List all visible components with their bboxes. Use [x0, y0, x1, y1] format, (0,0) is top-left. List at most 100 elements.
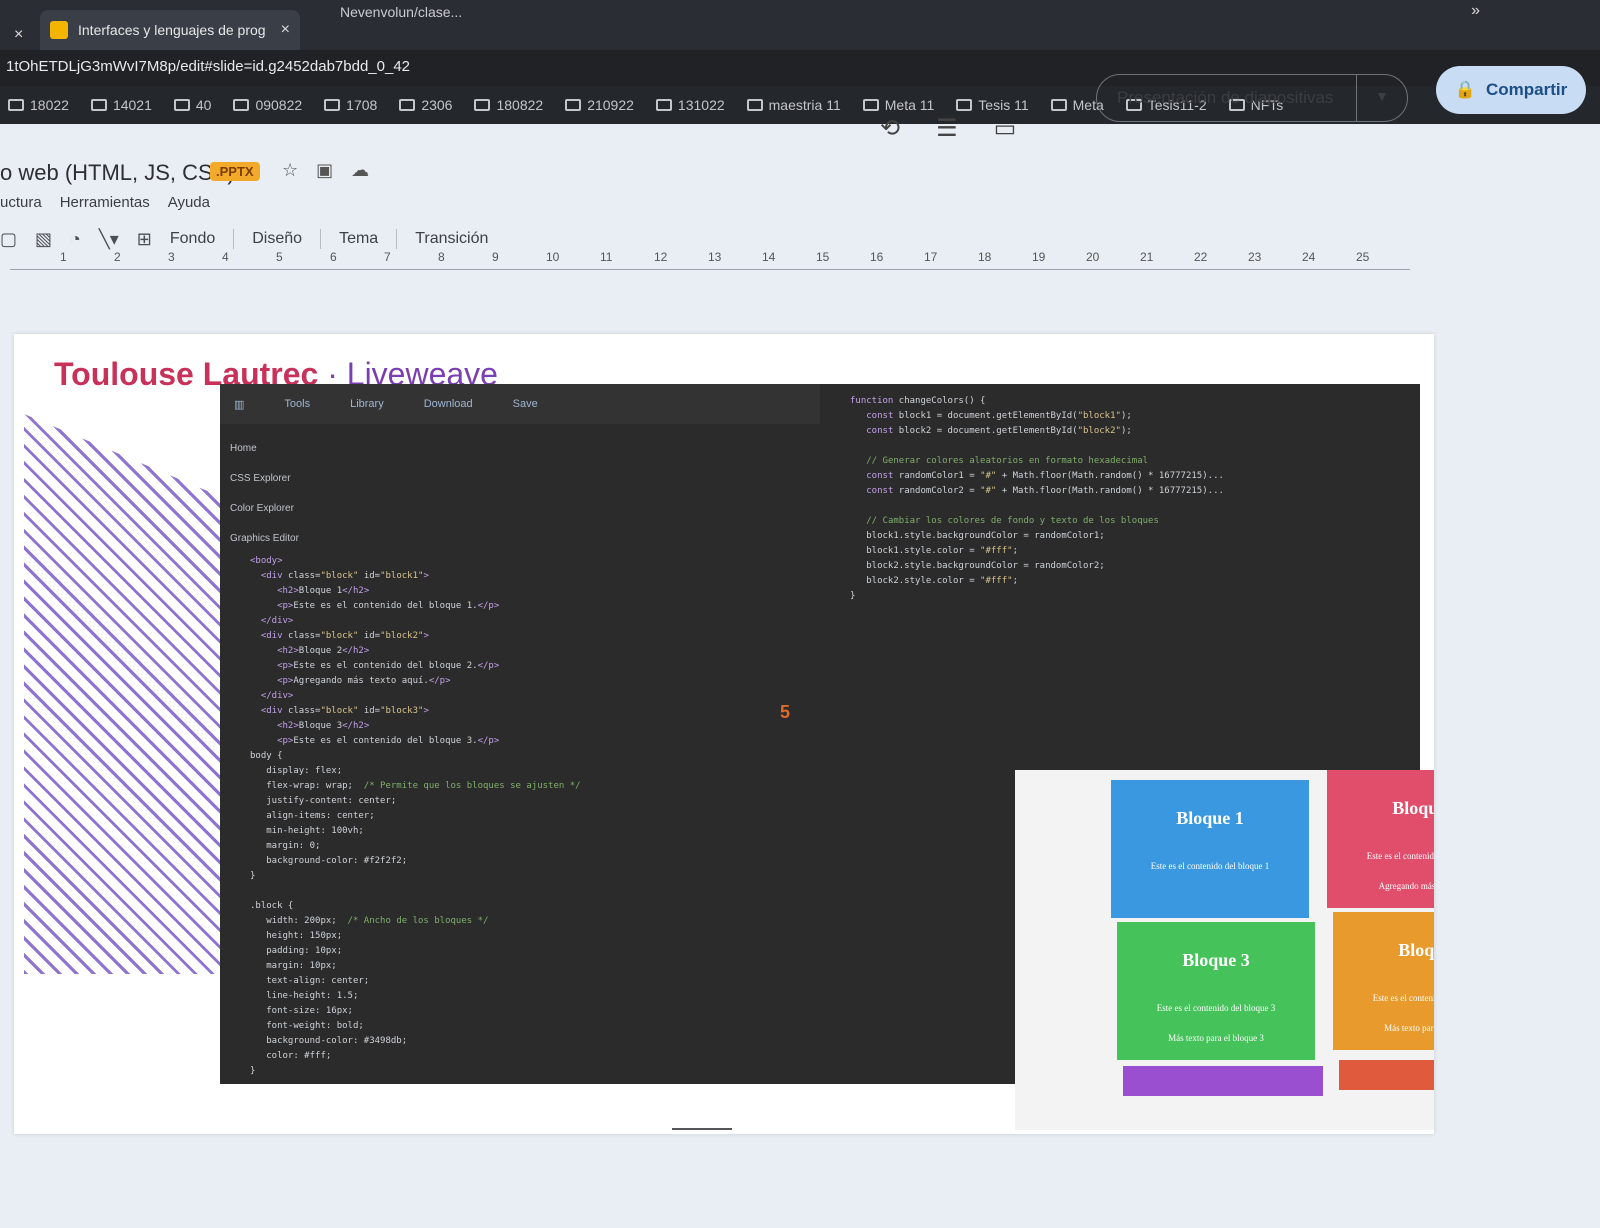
editor-tab-save: Save: [512, 398, 538, 410]
folder-icon: [862, 99, 879, 111]
history-icon[interactable]: ⟲: [880, 114, 900, 143]
share-button[interactable]: 🔒 Compartir: [1436, 66, 1586, 114]
bookmark-item[interactable]: 14021: [90, 97, 152, 113]
folder-icon: [90, 99, 107, 111]
document-title[interactable]: o web (HTML, JS, CSS): [0, 160, 235, 186]
preview-block-6: [1339, 1060, 1434, 1090]
toolbar-theme-button[interactable]: Tema: [339, 230, 378, 248]
text-box-icon[interactable]: ▢: [0, 229, 17, 250]
tab-close-icon[interactable]: ×: [281, 21, 290, 39]
bookmark-item[interactable]: Meta 11: [862, 97, 934, 113]
browser-tab-2[interactable]: Nevenvolun/clase...: [340, 4, 462, 20]
ruler-tick-label: 11: [600, 250, 613, 264]
ruler-tick-label: 14: [762, 250, 776, 264]
chevron-down-icon[interactable]: ▼: [1375, 88, 1389, 104]
star-icon[interactable]: ☆: [282, 160, 298, 181]
cloud-status-icon[interactable]: ☁: [351, 160, 369, 181]
bookmark-item[interactable]: 180822: [474, 97, 543, 113]
folder-icon: [474, 99, 491, 111]
file-format-badge: .PPTX: [210, 162, 260, 181]
preview-block-3: Bloque 3 Este es el contenido del bloque…: [1117, 922, 1315, 1060]
meet-icon[interactable]: ▭: [994, 114, 1017, 143]
ruler-tick-label: 19: [1032, 250, 1046, 264]
comment-add-icon[interactable]: ⊞: [137, 229, 152, 250]
menu-tools[interactable]: Herramientas: [60, 194, 150, 211]
ruler-tick-label: 5: [276, 250, 283, 264]
ruler-tick-label: 23: [1248, 250, 1262, 264]
toolbar-background-button[interactable]: Fondo: [170, 230, 215, 248]
bookmark-item[interactable]: 40: [173, 97, 211, 113]
slideshow-label: Presentación de diapositivas: [1117, 88, 1334, 107]
ruler: 1 2 3 4 5 6 7 8 9 10 11 12 13 14 15 16 17 18 19 20 21 22 23 24 2…: [10, 248, 1410, 270]
ruler-tick-label: 8: [438, 250, 445, 264]
ruler-tick-label: 15: [816, 250, 830, 264]
chevron-right-icon[interactable]: »: [1471, 2, 1480, 20]
slide-canvas[interactable]: Toulouse Lautrec · Liveweave ▥ Tools Lib…: [14, 334, 1434, 1134]
preview-block-4: Bloque 4 Este es el contenido del bloque…: [1333, 912, 1434, 1050]
editor-sidebar: Home CSS Explorer Color Explorer Graphic…: [220, 424, 330, 544]
line-icon[interactable]: ╲▾: [99, 229, 119, 250]
divider: [233, 229, 235, 249]
bookmark-item[interactable]: 131022: [655, 97, 725, 113]
block-text: Este es el contenido del bloque 4: [1372, 993, 1434, 1003]
close-icon[interactable]: ×: [14, 26, 23, 44]
ruler-tick-label: 4: [222, 250, 229, 264]
ruler-tick-label: 2: [114, 250, 121, 264]
ruler-tick-label: 20: [1086, 250, 1100, 264]
folder-icon: [1050, 99, 1067, 111]
bookmark-item[interactable]: 090822: [233, 97, 302, 113]
browser-tab[interactable]: Interfaces y lenguajes de prog ×: [40, 10, 300, 50]
block-text: Este es el contenido del bloque 2: [1366, 851, 1434, 861]
menu-structure[interactable]: uctura: [0, 194, 42, 211]
editor-toolbar: ▥ Tools Library Download Save: [220, 384, 820, 424]
ruler-tick-label: 6: [330, 250, 337, 264]
ruler-tick-label: 7: [384, 250, 391, 264]
bookmark-item[interactable]: Tesis 11: [956, 97, 1029, 113]
ruler-tick-label: 25: [1356, 250, 1370, 264]
toolbar-layout-button[interactable]: Diseño: [252, 230, 302, 248]
tab-strip: × Interfaces y lenguajes de prog × Neven…: [0, 0, 1600, 50]
ruler-tick-label: 18: [978, 250, 992, 264]
toolbar-transition-button[interactable]: Transición: [415, 230, 488, 248]
preview-block-2: Bloque 2 Este es el contenido del bloque…: [1327, 770, 1434, 908]
folder-icon: [173, 99, 190, 111]
image-icon[interactable]: ▧: [35, 229, 52, 250]
tab-title: Interfaces y lenguajes de prog: [78, 22, 266, 38]
move-folder-icon[interactable]: ▣: [316, 160, 333, 181]
menu-help[interactable]: Ayuda: [168, 194, 210, 211]
slides-app: ⟲ ☰ ▭ Presentación de diapositivas ▼ 🔒 C…: [0, 66, 1600, 1228]
ruler-tick-label: 17: [924, 250, 938, 264]
slideshow-button[interactable]: Presentación de diapositivas ▼: [1096, 74, 1408, 122]
code-editor-screenshot[interactable]: ▥ Tools Library Download Save Home CSS E…: [220, 384, 1434, 1130]
decorative-stripes: [24, 414, 224, 974]
divider: [396, 229, 398, 249]
block-text: Este es el contenido del bloque 3: [1156, 1003, 1276, 1013]
folder-icon: [8, 99, 24, 111]
folder-icon: [324, 99, 341, 111]
preview-block-5: [1123, 1066, 1323, 1096]
screen: × Interfaces y lenguajes de prog × Neven…: [0, 0, 1600, 1228]
block-text: Más texto para el bloque 3: [1168, 1033, 1264, 1043]
bookmark-item[interactable]: 18022: [8, 97, 69, 113]
ruler-tick-label: 3: [168, 250, 175, 264]
block-text: Agregando más texto aquí: [1378, 881, 1434, 891]
divider: [1356, 75, 1357, 121]
editor-tab-library: Library: [350, 398, 384, 410]
block-title: Bloque 4: [1398, 940, 1434, 960]
lock-icon: 🔒: [1454, 80, 1476, 99]
bookmark-item[interactable]: 1708: [324, 97, 377, 113]
ruler-tick-label: 16: [870, 250, 884, 264]
block-title: Bloque 3: [1182, 950, 1250, 970]
folder-icon: [746, 99, 763, 111]
editor-side-css: CSS Explorer: [230, 473, 291, 484]
editor-tab-download: Download: [423, 398, 473, 410]
ruler-tick-label: 22: [1194, 250, 1208, 264]
bookmark-item[interactable]: 210922: [565, 97, 634, 113]
menu-bar: uctura Herramientas Ayuda: [0, 194, 210, 211]
bookmark-item[interactable]: 2306: [399, 97, 452, 113]
editor-logo-icon: ▥: [234, 398, 245, 411]
shape-icon[interactable]: ◔: [70, 229, 81, 250]
javascript-code: function changeColors() { const block1 =…: [850, 396, 1224, 601]
bookmark-item[interactable]: maestria 11: [746, 97, 841, 113]
comments-icon[interactable]: ☰: [936, 114, 958, 143]
